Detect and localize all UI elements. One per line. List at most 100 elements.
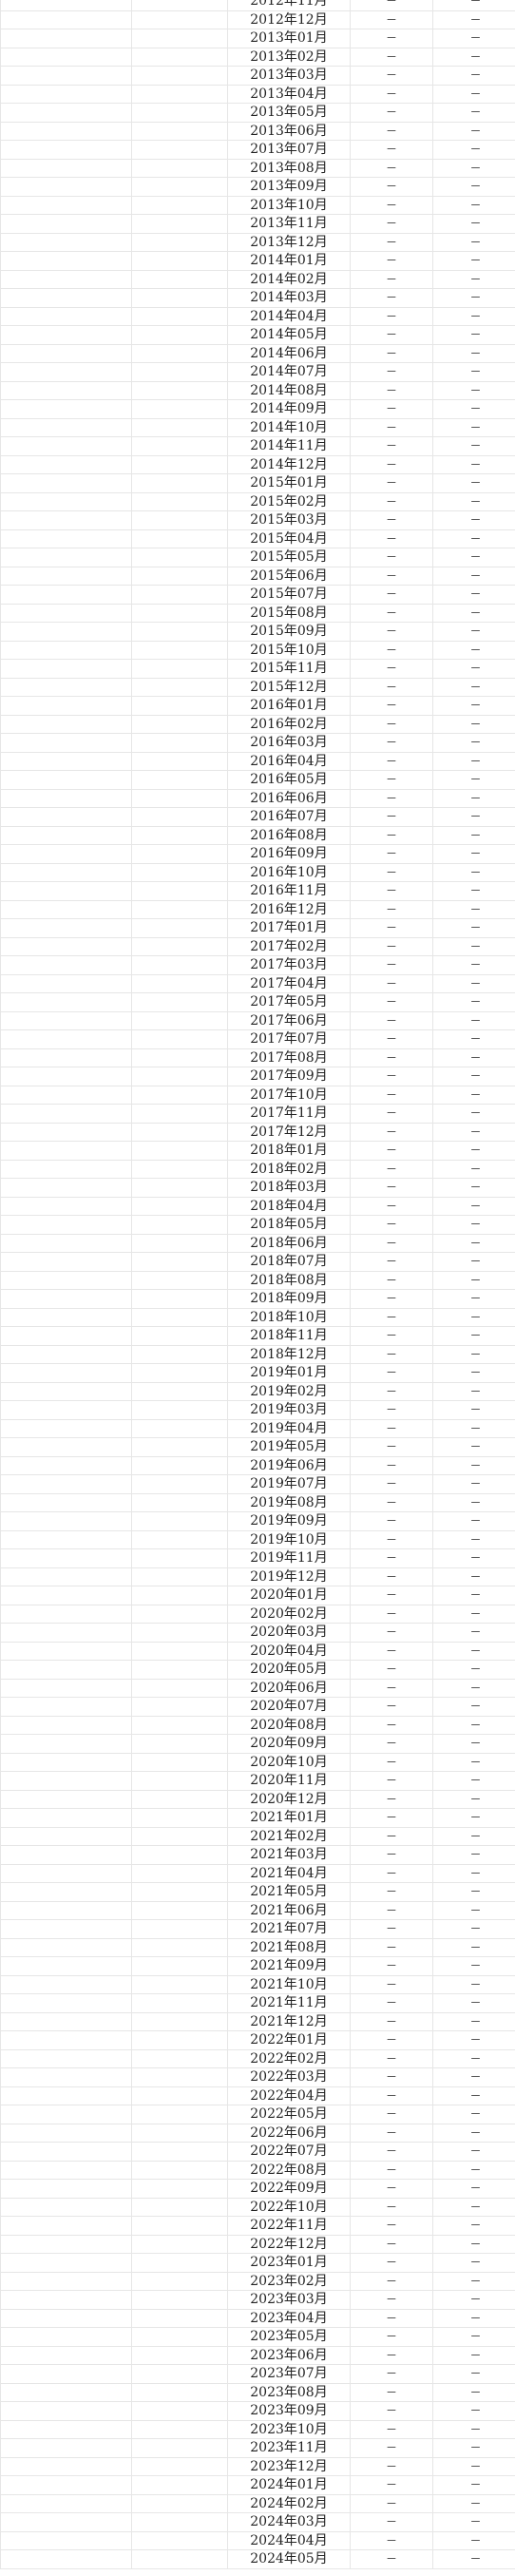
value-cell: － (432, 585, 515, 605)
value-cell: － (432, 1492, 515, 1512)
empty-cell (131, 140, 228, 160)
month-cell: 2021年09月 (227, 1956, 351, 1976)
empty-cell (131, 1252, 228, 1272)
value-cell: － (350, 1400, 433, 1420)
empty-cell (0, 2067, 132, 2087)
table-row: 2013年07月－－ (0, 140, 515, 160)
empty-cell (131, 1122, 228, 1142)
empty-cell (131, 1307, 228, 1327)
empty-cell (0, 992, 132, 1012)
value-cell: － (432, 566, 515, 586)
value-cell: － (350, 1215, 433, 1235)
value-cell: － (350, 1196, 433, 1216)
empty-cell (131, 1418, 228, 1438)
month-cell: 2013年07月 (227, 140, 351, 160)
empty-cell (131, 2253, 228, 2273)
table-row: 2019年06月－－ (0, 1455, 515, 1475)
table-row: 2016年11月－－ (0, 881, 515, 901)
value-cell: － (350, 2530, 433, 2550)
empty-cell (131, 1567, 228, 1586)
value-cell: － (432, 788, 515, 808)
empty-cell (131, 1270, 228, 1290)
month-cell: 2020年08月 (227, 1715, 351, 1735)
value-cell: － (432, 548, 515, 567)
table-row: 2016年03月－－ (0, 733, 515, 753)
empty-cell (0, 1697, 132, 1717)
empty-cell (0, 2308, 132, 2328)
value-cell: － (350, 1085, 433, 1105)
empty-cell (0, 29, 132, 48)
empty-cell (0, 2327, 132, 2347)
value-cell: － (432, 696, 515, 716)
month-cell: 2017年11月 (227, 1104, 351, 1124)
empty-cell (131, 2179, 228, 2199)
table-row: 2021年03月－－ (0, 1845, 515, 1865)
value-cell: － (432, 121, 515, 141)
value-cell: － (432, 0, 515, 11)
empty-cell (0, 251, 132, 271)
empty-cell (0, 677, 132, 697)
month-cell: 2017年06月 (227, 1010, 351, 1030)
empty-cell (131, 1511, 228, 1531)
empty-cell (0, 1010, 132, 1030)
empty-cell (0, 214, 132, 234)
empty-cell (131, 2142, 228, 2162)
value-cell: － (350, 2253, 433, 2273)
value-cell: － (350, 1974, 433, 1994)
table-row: 2018年06月－－ (0, 1233, 515, 1253)
table-row: 2021年11月－－ (0, 1993, 515, 2013)
empty-cell (131, 2197, 228, 2217)
month-cell: 2018年03月 (227, 1178, 351, 1198)
value-cell: － (432, 733, 515, 753)
month-cell: 2015年07月 (227, 585, 351, 605)
empty-cell (0, 1437, 132, 1457)
value-cell: － (350, 2197, 433, 2217)
value-cell: － (432, 2530, 515, 2550)
empty-cell (131, 1604, 228, 1624)
table-row: 2015年01月－－ (0, 473, 515, 493)
value-cell: － (432, 1567, 515, 1586)
value-cell: － (432, 29, 515, 48)
month-cell: 2012年11月 (227, 0, 351, 11)
value-cell: － (350, 2271, 433, 2291)
empty-cell (0, 2123, 132, 2143)
empty-cell (131, 343, 228, 363)
empty-cell (0, 2364, 132, 2384)
value-cell: － (350, 1771, 433, 1791)
empty-cell (0, 1623, 132, 1643)
value-cell: － (432, 251, 515, 271)
value-cell: － (432, 1974, 515, 1994)
value-cell: － (350, 955, 433, 975)
empty-cell (0, 733, 132, 753)
empty-cell (0, 659, 132, 679)
empty-cell (0, 1993, 132, 2013)
empty-cell (0, 288, 132, 308)
month-cell: 2013年01月 (227, 29, 351, 48)
table-row: 2014年04月－－ (0, 306, 515, 326)
empty-cell (0, 84, 132, 104)
month-cell: 2019年08月 (227, 1492, 351, 1512)
empty-cell (0, 696, 132, 716)
table-row: 2021年07月－－ (0, 1919, 515, 1939)
monthly-data-table: 2012年11月－－ 2012年12月－－ 2013年01月－－ 2013年02月－－… (0, 0, 515, 2569)
value-cell: － (350, 1363, 433, 1383)
empty-cell (131, 121, 228, 141)
empty-cell (0, 1252, 132, 1272)
month-cell: 2019年10月 (227, 1529, 351, 1549)
empty-cell (0, 585, 132, 605)
empty-cell (0, 2549, 132, 2569)
month-cell: 2016年08月 (227, 825, 351, 845)
table-row: 2014年10月－－ (0, 417, 515, 437)
empty-cell (0, 844, 132, 864)
empty-cell (131, 269, 228, 289)
table-row: 2016年09月－－ (0, 844, 515, 864)
month-cell: 2022年11月 (227, 2216, 351, 2236)
value-cell: － (350, 491, 433, 511)
month-cell: 2022年01月 (227, 2030, 351, 2050)
empty-cell (0, 1048, 132, 1067)
value-cell: － (350, 84, 433, 104)
table-row: 2018年10月－－ (0, 1307, 515, 1327)
value-cell: － (350, 899, 433, 919)
empty-cell (131, 603, 228, 623)
value-cell: － (350, 1511, 433, 1531)
